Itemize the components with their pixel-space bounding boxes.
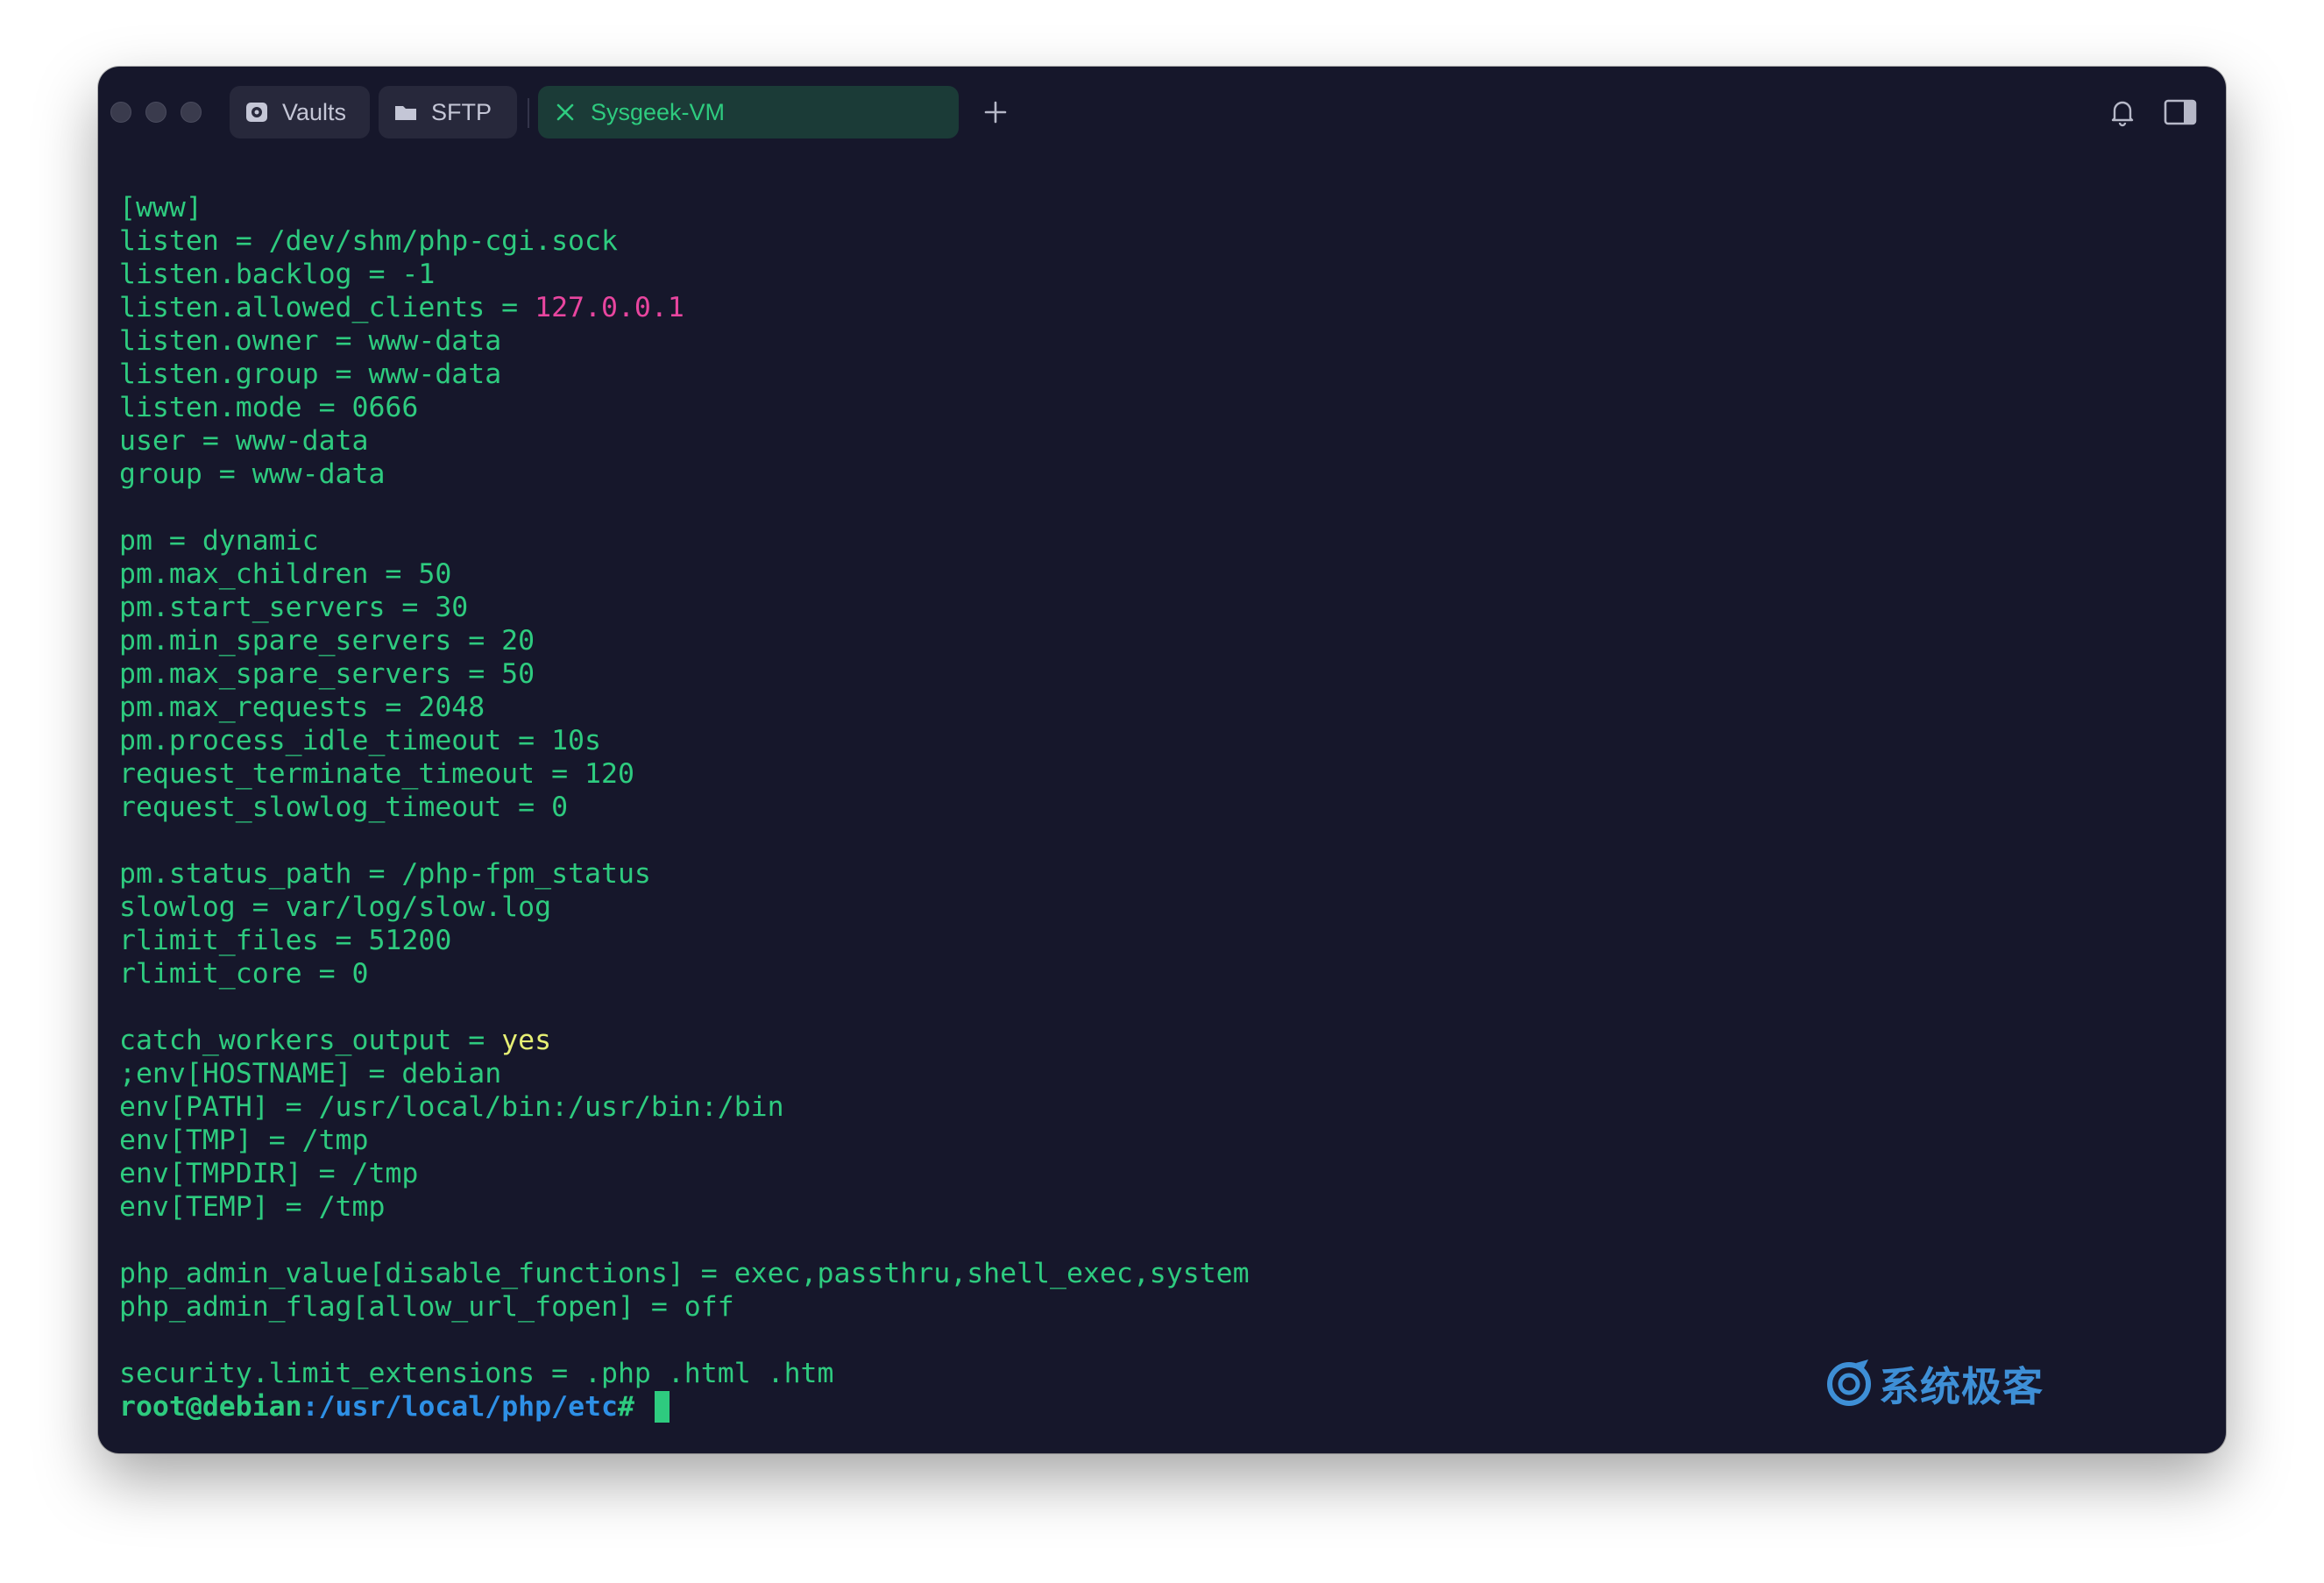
yes-value: yes [501,1025,552,1056]
terminal-line: [www] [119,191,1250,224]
terminal-line-text: pm.process_idle_timeout = 10s [119,725,601,756]
terminal-line-text: pm = dynamic [119,525,319,557]
prompt-symbol: # [617,1391,651,1423]
terminal-line: pm.min_spare_servers = 20 [119,624,1250,657]
terminal-line-text: env[TMP] = /tmp [119,1125,369,1156]
terminal-line: pm.status_path = /php-fpm_status [119,857,1250,891]
terminal-line: user = www-data [119,424,1250,458]
prompt-path: /usr/local/php/etc [318,1391,618,1423]
terminal-line: catch_workers_output = yes [119,1024,1250,1057]
terminal-line: pm = dynamic [119,524,1250,557]
terminal-output[interactable]: [www] listen = /dev/shm/php-cgi.sock liste… [119,191,1250,1423]
terminal-line-text: pm.max_spare_servers = 50 [119,658,535,690]
close-window-button[interactable] [110,102,131,123]
terminal-line: listen = /dev/shm/php-cgi.sock [119,224,1250,258]
terminal-line: security.limit_extensions = .php .html .… [119,1357,1250,1390]
terminal-line-text: pm.max_requests = 2048 [119,692,485,723]
minimize-window-button[interactable] [145,102,167,123]
terminal-line-text: listen.group = www-data [119,358,502,390]
terminal-line: env[TMP] = /tmp [119,1124,1250,1157]
terminal-line: group = www-data [119,458,1250,491]
terminal-line: request_terminate_timeout = 120 [119,757,1250,791]
terminal-line-text: request_slowlog_timeout = 0 [119,792,569,823]
bell-icon[interactable] [2107,96,2138,128]
terminal-line-text: user = www-data [119,425,369,457]
terminal-line: listen.allowed_clients = 127.0.0.1 [119,291,1250,324]
terminal-line-text: env[TEMP] = /tmp [119,1191,386,1223]
terminal-line-text: catch_workers_output = [119,1025,502,1056]
terminal-line-text: listen.owner = www-data [119,325,502,357]
terminal-line: env[PATH] = /usr/local/bin:/usr/bin:/bin [119,1090,1250,1124]
terminal-window: Vaults SFTP Sysgeek-VM [www] listen = /d… [98,67,2226,1453]
terminal-line-text: php_admin_flag[allow_url_fopen] = off [119,1291,734,1323]
plus-icon[interactable] [976,93,1015,131]
terminal-line-text: ;env[HOSTNAME] = debian [119,1058,502,1090]
terminal-line-text: pm.min_spare_servers = 20 [119,625,535,657]
terminal-line: env[TEMP] = /tmp [119,1190,1250,1224]
terminal-line: pm.max_children = 50 [119,557,1250,591]
terminal-line: pm.process_idle_timeout = 10s [119,724,1250,757]
terminal-line-text: rlimit_files = 51200 [119,925,452,956]
terminal-line-text: listen.backlog = -1 [119,259,436,290]
shell-prompt[interactable]: root@debian:/usr/local/php/etc# [119,1390,1250,1423]
tab-sftp[interactable]: SFTP [379,86,517,138]
terminal-line: ;env[HOSTNAME] = debian [119,1057,1250,1090]
terminal-line-text: pm.start_servers = 30 [119,592,469,623]
ip-value: 127.0.0.1 [535,292,684,323]
tab-vaults[interactable]: Vaults [230,86,370,138]
terminal-line-text: listen.mode = 0666 [119,392,419,423]
tab-sysgeek-vm[interactable]: Sysgeek-VM [538,86,959,138]
terminal-line: slowlog = var/log/slow.log [119,891,1250,924]
terminal-line: listen.owner = www-data [119,324,1250,358]
tab-divider [528,98,529,128]
terminal-line-text: listen = /dev/shm/php-cgi.sock [119,225,618,257]
side-panel-icon[interactable] [2163,96,2198,128]
terminal-line-text: php_admin_value[disable_functions] = exe… [119,1258,1250,1289]
prompt-user-host: root@debian [119,1391,302,1423]
terminal-line-text: request_terminate_timeout = 120 [119,758,634,790]
terminal-line-text: rlimit_core = 0 [119,958,369,990]
terminal-line-text: pm.status_path = /php-fpm_status [119,858,651,890]
terminal-line: rlimit_files = 51200 [119,924,1250,957]
terminal-line-text: env[TMPDIR] = /tmp [119,1158,419,1189]
terminal-line: request_slowlog_timeout = 0 [119,791,1250,824]
vault-icon [244,99,270,125]
watermark: 系统极客 [1823,1355,2044,1413]
tab-label: Vaults [282,98,347,125]
terminal-line: php_admin_value[disable_functions] = exe… [119,1257,1250,1290]
zoom-window-button[interactable] [181,102,202,123]
terminal-line: listen.mode = 0666 [119,391,1250,424]
terminal-line: pm.max_spare_servers = 50 [119,657,1250,691]
terminal-line: rlimit_core = 0 [119,957,1250,990]
close-icon[interactable] [552,99,578,125]
text-cursor [654,1391,670,1423]
terminal-line: listen.group = www-data [119,358,1250,391]
terminal-line-text: security.limit_extensions = .php .html .… [119,1358,834,1389]
terminal-line-text: pm.max_children = 50 [119,558,452,590]
terminal-line-text: listen.allowed_clients = [119,292,535,323]
terminal-line-text: slowlog = var/log/slow.log [119,891,552,923]
folder-icon [393,99,419,125]
terminal-line: php_admin_flag[allow_url_fopen] = off [119,1290,1250,1324]
terminal-line: pm.max_requests = 2048 [119,691,1250,724]
terminal-line: pm.start_servers = 30 [119,591,1250,624]
terminal-line-text: [www] [119,192,202,224]
tab-label: SFTP [431,98,492,125]
sysgeek-logo-icon [1823,1356,1879,1413]
title-bar: Vaults SFTP Sysgeek-VM [98,67,2226,158]
prompt-separator: : [301,1391,319,1423]
terminal-line-text: group = www-data [119,458,386,490]
watermark-text: 系统极客 [1879,1363,2044,1410]
terminal-line: listen.backlog = -1 [119,258,1250,291]
tab-label: Sysgeek-VM [591,98,726,125]
terminal-line-text: env[PATH] = /usr/local/bin:/usr/bin:/bin [119,1091,784,1123]
terminal-line: env[TMPDIR] = /tmp [119,1157,1250,1190]
